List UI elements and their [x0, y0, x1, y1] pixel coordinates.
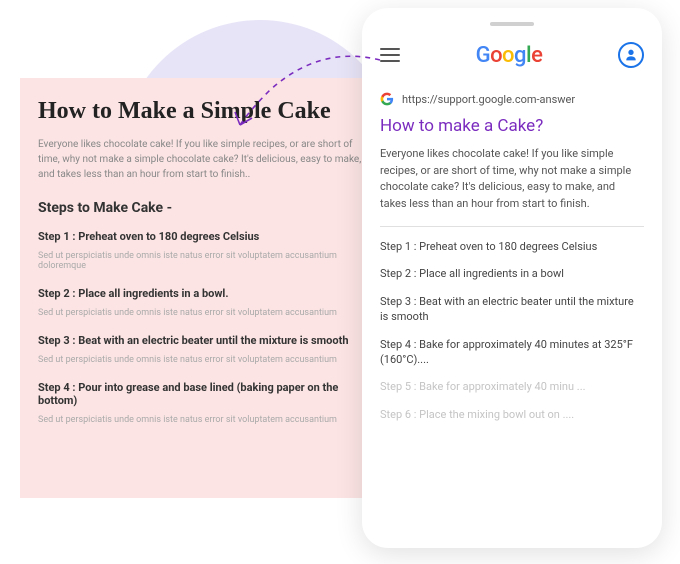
- article-step: Step 2 : Place all ingredients in a bowl…: [38, 287, 372, 318]
- article-title: How to Make a Simple Cake: [38, 98, 372, 125]
- result-desc: Everyone likes chocolate cake! If you li…: [380, 146, 644, 212]
- result-step: Step 5 : Bake for approximately 40 minu …: [380, 379, 644, 394]
- step-desc: Sed ut perspiciatis unde omnis iste natu…: [38, 415, 372, 425]
- step-desc: Sed ut perspiciatis unde omnis iste natu…: [38, 308, 372, 318]
- article-card: How to Make a Simple Cake Everyone likes…: [20, 78, 390, 498]
- result-url-row[interactable]: https://support.google.com-answer: [380, 92, 644, 106]
- result-url: https://support.google.com-answer: [402, 93, 575, 106]
- account-icon[interactable]: [618, 42, 644, 68]
- phone-notch: [490, 22, 534, 26]
- steps-heading: Steps to Make Cake -: [38, 200, 372, 216]
- step-desc: Sed ut perspiciatis unde omnis iste natu…: [38, 251, 372, 271]
- result-step: Step 3 : Beat with an electric beater un…: [380, 294, 644, 325]
- article-intro: Everyone likes chocolate cake! If you li…: [38, 137, 372, 182]
- step-title: Step 2 : Place all ingredients in a bowl…: [38, 287, 372, 300]
- article-step: Step 4 : Pour into grease and base lined…: [38, 381, 372, 425]
- google-favicon-icon: [380, 92, 394, 106]
- phone-mockup: Google https://support.google.com-answer…: [362, 8, 662, 548]
- step-title: Step 3 : Beat with an electric beater un…: [38, 334, 372, 347]
- google-logo[interactable]: Google: [476, 43, 543, 68]
- divider: [380, 226, 644, 227]
- result-step: Step 1 : Preheat oven to 180 degrees Cel…: [380, 239, 644, 254]
- result-title[interactable]: How to make a Cake?: [380, 116, 644, 136]
- hamburger-menu-icon[interactable]: [380, 48, 400, 62]
- result-step: Step 4 : Bake for approximately 40 minut…: [380, 337, 644, 368]
- article-step: Step 1 : Preheat oven to 180 degrees Cel…: [38, 230, 372, 271]
- article-step: Step 3 : Beat with an electric beater un…: [38, 334, 372, 365]
- result-step: Step 6 : Place the mixing bowl out on ..…: [380, 407, 644, 422]
- phone-header: Google: [362, 42, 662, 82]
- step-title: Step 1 : Preheat oven to 180 degrees Cel…: [38, 230, 372, 243]
- phone-body: https://support.google.com-answer How to…: [362, 82, 662, 422]
- step-title: Step 4 : Pour into grease and base lined…: [38, 381, 372, 407]
- result-step: Step 2 : Place all ingredients in a bowl: [380, 266, 644, 281]
- step-desc: Sed ut perspiciatis unde omnis iste natu…: [38, 355, 372, 365]
